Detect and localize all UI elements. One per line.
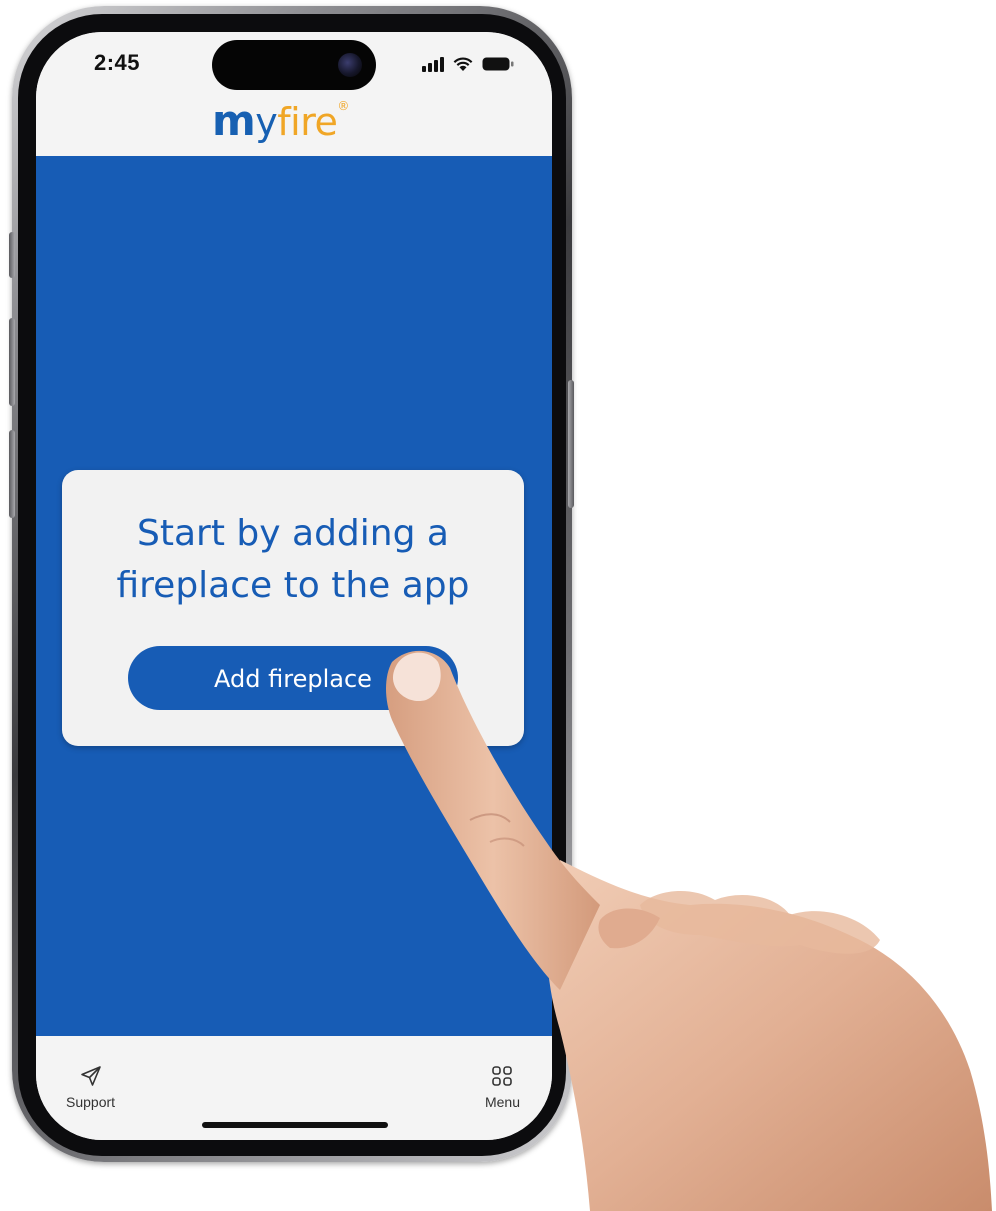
battery-icon [482, 56, 514, 72]
logo-letter-m: m [212, 96, 256, 145]
cellular-signal-icon [422, 56, 444, 72]
empty-state-card: Start by adding a fireplace to the app A… [62, 470, 524, 746]
myfire-logo: myfire® [212, 96, 349, 146]
add-fireplace-button[interactable]: Add fireplace [128, 646, 458, 710]
promo-image: 2:45 myfire® Start by adding a fireplace… [0, 0, 996, 1211]
send-icon [80, 1066, 101, 1086]
empty-state-title-line2: fireplace to the app [116, 565, 470, 606]
status-icons [422, 52, 514, 72]
home-indicator[interactable] [202, 1122, 388, 1128]
grid-menu-icon [492, 1066, 513, 1086]
empty-state-title-line1: Start by adding a [137, 513, 449, 554]
volume-up-button [9, 318, 15, 406]
wifi-icon [452, 55, 474, 72]
phone-screen: 2:45 myfire® Start by adding a fireplace… [36, 32, 552, 1140]
nav-support-label: Support [66, 1094, 116, 1110]
nav-support[interactable]: Support [66, 1064, 115, 1110]
nav-menu[interactable]: Menu [485, 1064, 520, 1110]
empty-state-title: Start by adding a fireplace to the app [62, 508, 524, 612]
front-camera-icon [338, 53, 362, 77]
app-header: 2:45 myfire® [36, 32, 552, 156]
logo-word-fire: fire [277, 100, 338, 144]
silent-switch [9, 232, 15, 278]
logo-registered-mark: ® [337, 99, 349, 113]
volume-down-button [9, 430, 15, 518]
status-time: 2:45 [94, 50, 141, 75]
main-content: Start by adding a fireplace to the app A… [36, 156, 552, 1036]
logo-letter-y: y [255, 100, 278, 144]
nav-menu-label: Menu [484, 1094, 520, 1110]
dynamic-island [212, 40, 376, 90]
power-button [568, 380, 574, 508]
